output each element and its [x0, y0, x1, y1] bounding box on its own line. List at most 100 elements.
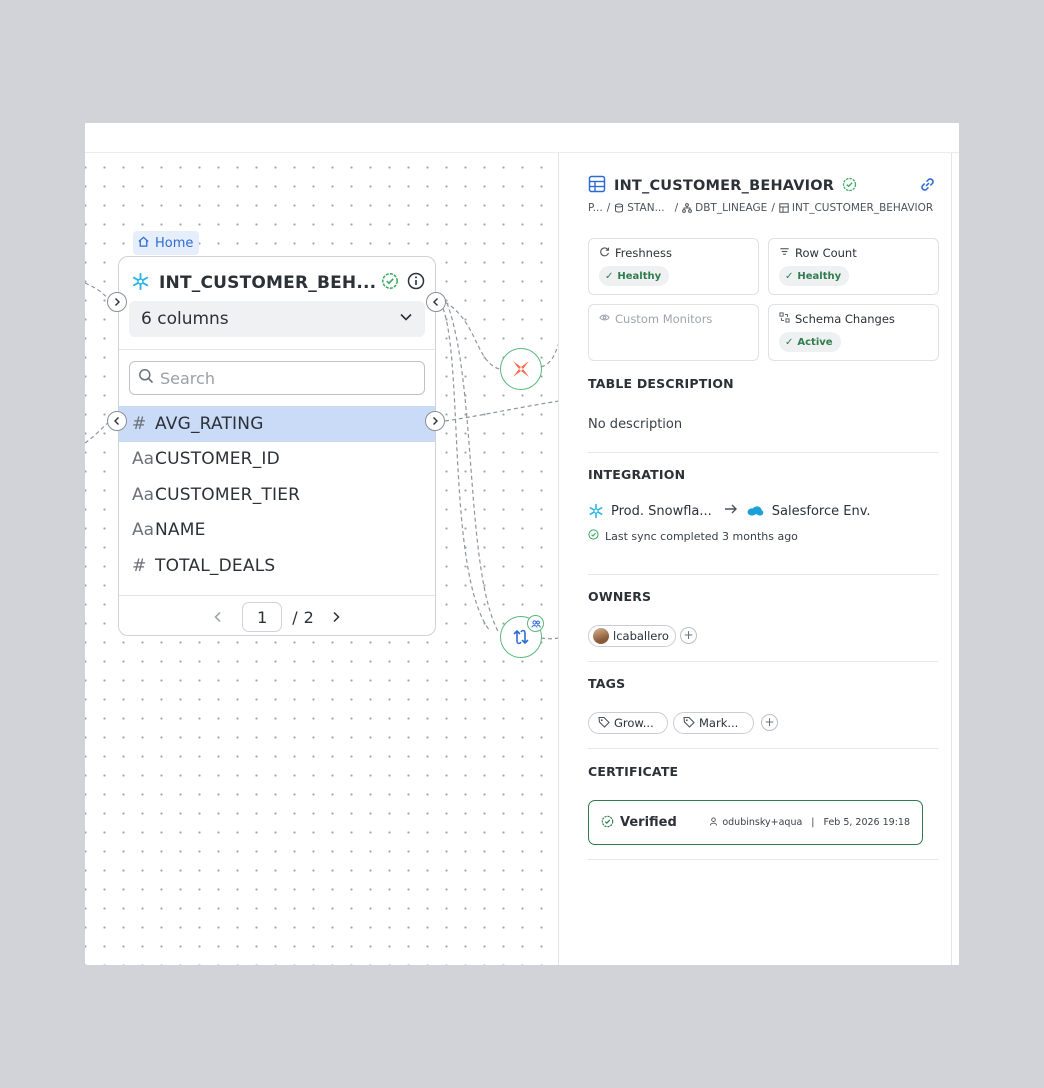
table-icon	[588, 175, 606, 197]
home-label: Home	[155, 235, 194, 251]
owner-name: lcaballero	[613, 629, 669, 643]
dbt-icon	[513, 361, 529, 377]
column-row-customer-tier[interactable]: Aa CUSTOMER_TIER	[119, 477, 435, 513]
user-icon	[709, 816, 718, 829]
dbt-node[interactable]	[500, 348, 542, 390]
app-window: Home INT_CUSTOMER_BEH... 6 columns Searc…	[85, 123, 959, 965]
divider	[588, 859, 938, 860]
page-separator: /	[292, 607, 298, 627]
tag-chip[interactable]: Grow...	[588, 712, 668, 734]
schema-icon	[682, 203, 693, 213]
top-bar	[85, 123, 959, 153]
columns-dropdown[interactable]: 6 columns	[129, 301, 425, 337]
verified-icon	[381, 272, 399, 294]
metric-schema-changes[interactable]: Schema Changes ✓ Active	[768, 304, 939, 361]
check-circle-icon	[588, 529, 599, 543]
edge-to-sync-2	[446, 302, 500, 634]
prev-page-icon[interactable]	[212, 608, 224, 627]
column-row-customer-id[interactable]: Aa CUSTOMER_ID	[119, 441, 435, 477]
text-type-icon: Aa	[132, 485, 155, 505]
check-icon: ✓	[785, 270, 794, 282]
breadcrumb-item[interactable]: DBT_LINEAGE	[695, 202, 767, 214]
text-type-icon: Aa	[132, 449, 155, 469]
certificate-card[interactable]: Verified odubinsky+aqua | Feb 5, 2026 19…	[588, 800, 923, 845]
certificate-label: Verified	[620, 815, 677, 830]
description-text[interactable]: No description	[588, 417, 682, 432]
owner-chip[interactable]: lcaballero	[588, 625, 676, 647]
table-node-header: INT_CUSTOMER_BEH...	[131, 271, 425, 295]
description-heading: TABLE DESCRIPTION	[588, 376, 734, 391]
table-node-card[interactable]: INT_CUSTOMER_BEH... 6 columns Search # A…	[118, 256, 436, 636]
next-page-icon[interactable]	[330, 608, 342, 627]
info-icon[interactable]	[407, 272, 425, 294]
snowflake-icon	[588, 503, 604, 519]
column-name: AVG_RATING	[155, 414, 264, 434]
metric-label: Custom Monitors	[615, 312, 713, 326]
edge-column-out	[444, 400, 558, 422]
column-name: CUSTOMER_TIER	[155, 485, 301, 505]
sync-status-text: Last sync completed 3 months ago	[605, 529, 798, 543]
certified-by: odubinsky+aqua	[722, 817, 803, 828]
tags-heading: TAGS	[588, 676, 626, 691]
edge-to-sync	[439, 301, 491, 632]
expand-upstream-handle[interactable]	[107, 292, 127, 312]
breadcrumb-item[interactable]: P...	[588, 202, 603, 214]
collapse-column-upstream-handle[interactable]	[107, 411, 127, 431]
lineage-canvas[interactable]: Home INT_CUSTOMER_BEH... 6 columns Searc…	[85, 153, 559, 965]
chevron-left-icon	[114, 417, 119, 425]
panel-header: INT_CUSTOMER_BEHAVIOR	[588, 175, 937, 197]
tag-icon	[683, 716, 695, 731]
tag-chip[interactable]: Mark...	[673, 712, 754, 734]
owners-heading: OWNERS	[588, 589, 652, 604]
link-icon[interactable]	[918, 175, 937, 198]
home-icon	[137, 235, 150, 252]
divider	[588, 661, 938, 662]
column-search[interactable]	[129, 361, 425, 395]
status-badge: ✓ Healthy	[599, 266, 670, 286]
columns-count: 6 columns	[141, 309, 229, 329]
chevron-left-icon	[433, 298, 438, 306]
breadcrumb-item[interactable]: INT_CUSTOMER_BEHAVIOR	[792, 202, 933, 214]
tag-label: Mark...	[699, 716, 739, 730]
breadcrumb: P... / STAN... / DBT_LINEAGE / INT_CUSTO…	[588, 202, 934, 214]
chevron-right-icon	[433, 417, 438, 425]
database-icon	[614, 203, 624, 213]
page-total: 2	[303, 607, 314, 627]
column-row-total-deals[interactable]: # TOTAL_DEALS	[119, 548, 435, 584]
arrow-right-icon	[724, 503, 738, 519]
status-badge: ✓ Active	[779, 332, 841, 352]
certified-date: Feb 5, 2026 19:18	[823, 817, 911, 828]
card-footer-divider	[119, 595, 435, 596]
column-name: TOTAL_DEALS	[155, 556, 276, 576]
metric-freshness[interactable]: Freshness ✓ Healthy	[588, 238, 759, 295]
edge-sync-out	[540, 637, 558, 640]
check-icon: ✓	[605, 270, 614, 282]
certificate-heading: CERTIFICATE	[588, 764, 679, 779]
home-badge[interactable]: Home	[133, 231, 200, 255]
status-text: Healthy	[617, 270, 662, 282]
metric-custom-monitors[interactable]: Custom Monitors	[588, 304, 759, 361]
card-divider	[119, 349, 435, 350]
column-pagination: 1 / 2	[119, 601, 435, 633]
text-type-icon: Aa	[132, 520, 155, 540]
collapse-downstream-handle[interactable]	[426, 292, 446, 312]
chevron-right-icon	[115, 298, 120, 306]
add-owner-button[interactable]: +	[680, 627, 697, 644]
page-number-input[interactable]: 1	[242, 602, 283, 632]
sync-icon	[513, 629, 529, 645]
metric-label: Row Count	[795, 246, 857, 260]
metric-label: Freshness	[615, 246, 672, 260]
metric-row-count[interactable]: Row Count ✓ Healthy	[768, 238, 939, 295]
add-tag-button[interactable]: +	[761, 714, 778, 731]
divider	[588, 452, 938, 453]
column-name: CUSTOMER_ID	[155, 449, 280, 469]
numeric-type-icon: #	[132, 556, 147, 576]
search-input[interactable]	[160, 368, 400, 388]
breadcrumb-item[interactable]: STAN...	[627, 202, 664, 214]
integration-route[interactable]: Prod. Snowfla... Salesforce Env.	[588, 503, 871, 519]
column-row-avg-rating[interactable]: # AVG_RATING	[119, 406, 435, 442]
details-panel: INT_CUSTOMER_BEHAVIOR P... / STAN... / D…	[559, 153, 952, 965]
expand-column-downstream-handle[interactable]	[425, 411, 445, 431]
status-text: Active	[797, 336, 833, 348]
column-row-name[interactable]: Aa NAME	[119, 512, 435, 548]
